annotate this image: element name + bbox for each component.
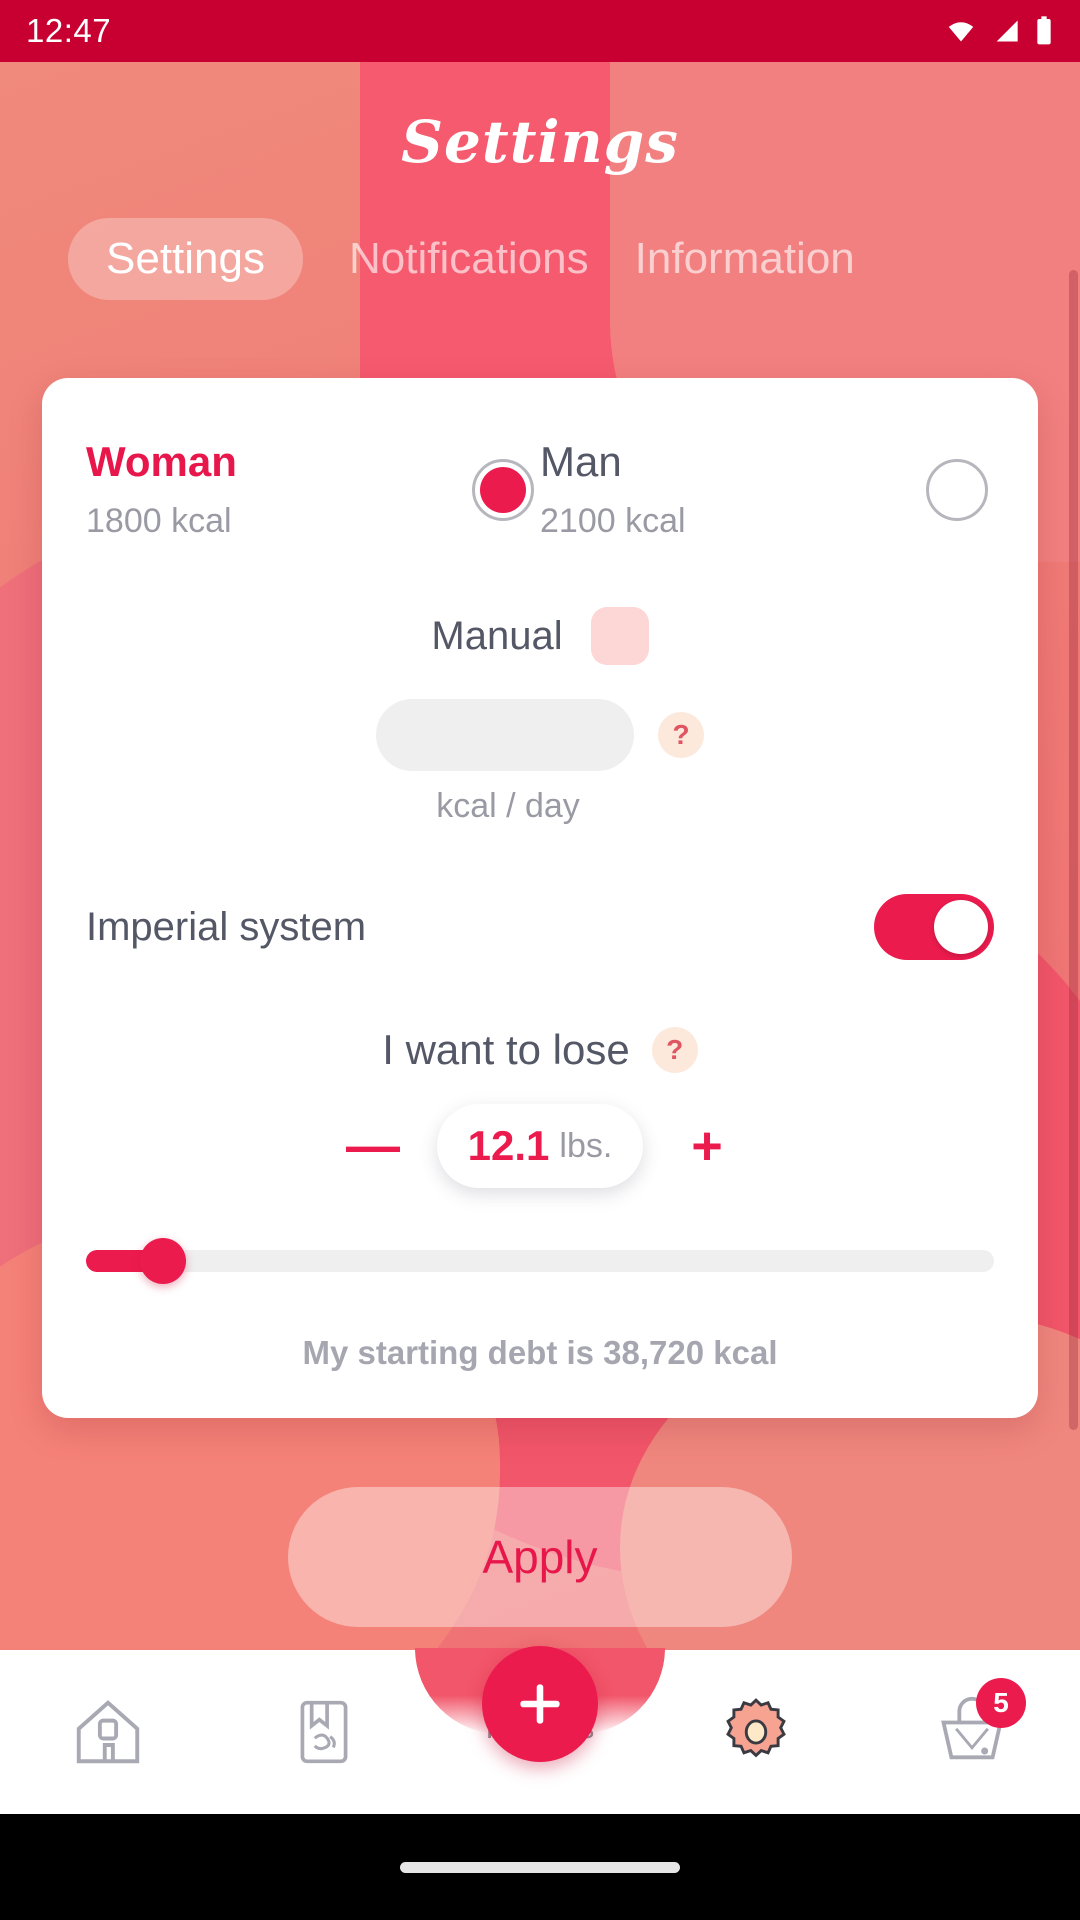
tab-notifications[interactable]: Notifications	[349, 218, 589, 300]
lose-label: I want to lose	[382, 1026, 630, 1073]
manual-label: Manual	[431, 613, 563, 658]
manual-row: Manual	[86, 607, 994, 665]
gesture-pill[interactable]	[400, 1861, 680, 1873]
gear-icon	[726, 1698, 786, 1758]
plus-icon	[520, 1684, 560, 1724]
lose-label-row: I want to lose ?	[86, 1026, 994, 1074]
recipes-icon	[300, 1700, 348, 1764]
settings-card: Woman 1800 kcal Man 2100 kcal Manual ? k…	[42, 378, 1038, 1418]
app-screen: 12:47 Settings Settings Notifications In…	[0, 0, 1080, 1920]
gender-woman-label: Woman	[86, 438, 237, 485]
gender-selector: Woman 1800 kcal Man 2100 kcal	[86, 438, 994, 541]
increment-button[interactable]: +	[677, 1119, 737, 1173]
tab-bar: Settings Notifications Information	[0, 218, 1080, 300]
apply-button[interactable]: Apply	[288, 1487, 792, 1627]
bottom-navigation: Recipes	[0, 1646, 1080, 1814]
wifi-icon	[948, 22, 974, 42]
weight-unit: lbs.	[559, 1126, 613, 1165]
gender-man-kcal: 2100 kcal	[540, 502, 686, 540]
manual-kcal-unit: kcal / day	[436, 787, 580, 825]
status-time: 12:47	[26, 12, 112, 49]
nav-item-add[interactable]: Recipes	[432, 1646, 648, 1814]
status-icons	[944, 15, 1054, 47]
lose-help-icon[interactable]: ?	[651, 1027, 698, 1073]
gesture-navigation-area	[0, 1814, 1080, 1920]
imperial-toggle-knob	[934, 900, 988, 954]
gender-man-label: Man	[540, 438, 622, 485]
page-title: Settings	[401, 108, 679, 176]
manual-kcal-input[interactable]	[376, 699, 634, 771]
gender-woman-kcal: 1800 kcal	[86, 502, 232, 540]
radio-woman[interactable]	[472, 458, 534, 521]
imperial-row: Imperial system	[86, 894, 994, 960]
add-button[interactable]	[482, 1646, 598, 1762]
decrement-button[interactable]: —	[343, 1119, 403, 1173]
slider-track	[86, 1250, 994, 1272]
starting-debt-text: My starting debt is 38,720 kcal	[302, 1334, 778, 1371]
radio-man[interactable]	[926, 458, 988, 521]
weight-stepper: — 12.1 lbs. +	[86, 1104, 994, 1188]
basket-badge: 5	[976, 1678, 1026, 1728]
home-icon	[76, 1700, 140, 1764]
status-bar: 12:47	[0, 0, 1080, 62]
nav-items: Recipes	[0, 1646, 1080, 1814]
nav-item-home[interactable]	[0, 1650, 216, 1814]
nav-item-settings[interactable]	[648, 1650, 864, 1814]
gender-man-texts: Man 2100 kcal	[540, 438, 926, 541]
imperial-label: Imperial system	[86, 904, 367, 949]
gender-woman-texts: Woman 1800 kcal	[86, 438, 472, 541]
gender-option-man[interactable]: Man 2100 kcal	[540, 438, 994, 541]
weight-slider[interactable]	[86, 1238, 994, 1284]
page-scrollbar[interactable]	[1069, 270, 1078, 1430]
tab-settings[interactable]: Settings	[68, 218, 303, 300]
header: Settings Settings Notifications Informat…	[0, 62, 1080, 300]
battery-icon	[1037, 16, 1051, 45]
nav-item-basket[interactable]: 5	[864, 1650, 1080, 1814]
manual-checkbox[interactable]	[590, 607, 649, 665]
manual-input-row: ?	[86, 699, 994, 771]
slider-thumb[interactable]	[140, 1238, 187, 1284]
weight-value: 12.1	[467, 1122, 550, 1169]
signal-icon	[996, 20, 1018, 42]
manual-help-icon[interactable]: ?	[658, 712, 704, 758]
nav-item-recipes-book[interactable]	[216, 1650, 432, 1814]
tab-information[interactable]: Information	[635, 218, 855, 300]
radio-woman-dot	[480, 466, 526, 513]
weight-value-pill[interactable]: 12.1 lbs.	[437, 1104, 643, 1188]
gender-option-woman[interactable]: Woman 1800 kcal	[86, 438, 540, 541]
imperial-toggle[interactable]	[874, 894, 994, 960]
